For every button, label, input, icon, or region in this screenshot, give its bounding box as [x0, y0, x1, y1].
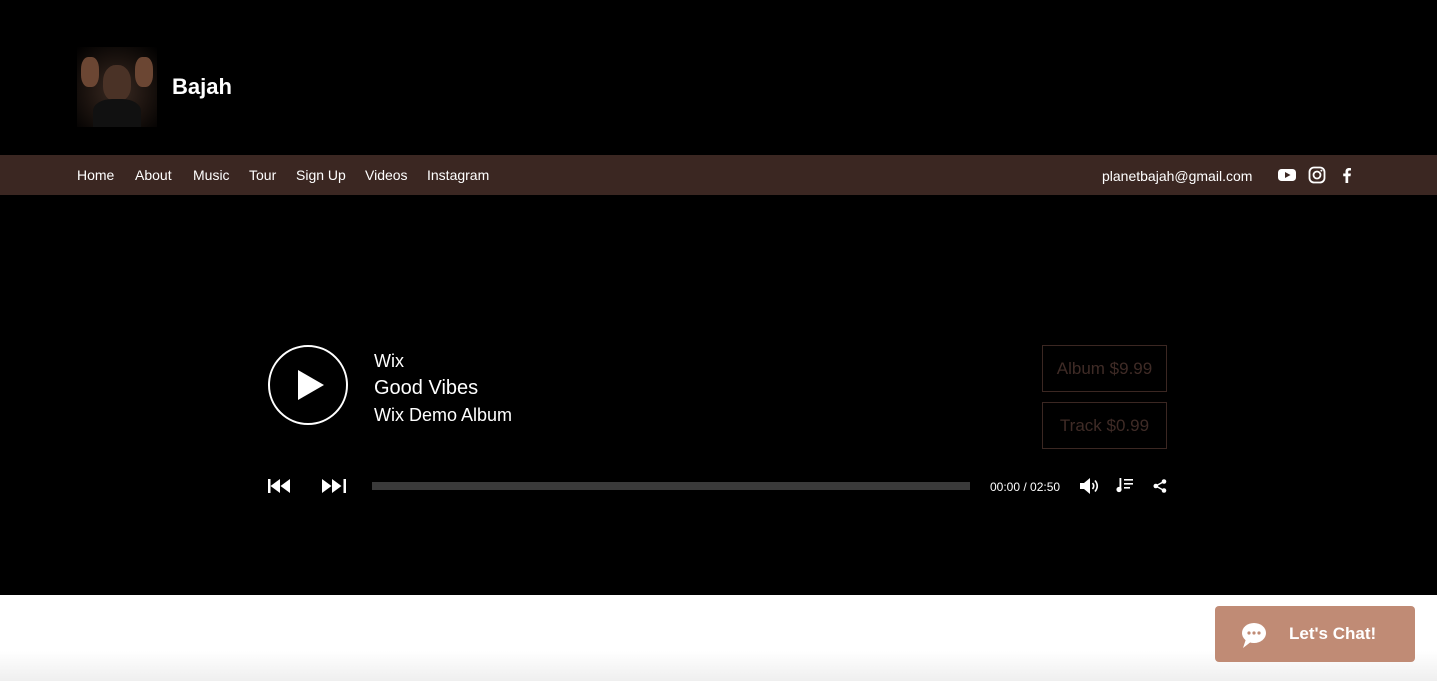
buy-track-button[interactable]: Track $0.99: [1042, 402, 1167, 449]
avatar-left-hand: [81, 57, 99, 87]
playlist-icon[interactable]: [1116, 477, 1134, 498]
buy-album-button[interactable]: Album $9.99: [1042, 345, 1167, 392]
music-player-section: Wix Good Vibes Wix Demo Album Album $9.9…: [0, 195, 1437, 595]
chat-label: Let's Chat!: [1289, 624, 1377, 643]
site-title[interactable]: Bajah: [172, 73, 232, 101]
nav-item-videos[interactable]: Videos: [365, 166, 408, 184]
share-icon[interactable]: [1153, 479, 1167, 498]
avatar-face: [103, 65, 131, 101]
youtube-icon[interactable]: [1278, 166, 1296, 184]
volume-icon[interactable]: [1080, 478, 1100, 499]
contact-email[interactable]: planetbajah@gmail.com: [1102, 167, 1252, 185]
nav-bar: Home About Music Tour Sign Up Videos Ins…: [0, 155, 1437, 195]
nav-item-music[interactable]: Music: [193, 166, 230, 184]
chat-button[interactable]: Let's Chat!: [1215, 606, 1415, 662]
album-title: Wix Demo Album: [374, 405, 513, 425]
play-icon: [298, 370, 324, 400]
avatar-body: [93, 99, 141, 127]
nav-item-about[interactable]: About: [135, 166, 172, 184]
chat-bubble-icon: [1242, 623, 1266, 648]
nav-item-tour[interactable]: Tour: [249, 166, 276, 184]
time-display: 00:00 / 02:50: [990, 480, 1061, 494]
nav-item-sign-up[interactable]: Sign Up: [296, 166, 346, 184]
track-title: Good Vibes: [374, 377, 479, 399]
avatar-right-hand: [135, 57, 153, 87]
artist-avatar[interactable]: [77, 47, 157, 127]
progress-bar[interactable]: [372, 482, 970, 490]
nav-item-home[interactable]: Home: [77, 166, 114, 184]
previous-icon[interactable]: [268, 479, 292, 498]
track-artist: Wix: [374, 351, 404, 371]
nav-item-instagram[interactable]: Instagram: [427, 166, 489, 184]
facebook-icon[interactable]: [1338, 166, 1356, 184]
instagram-icon[interactable]: [1308, 166, 1326, 184]
site-header: Bajah: [0, 0, 1437, 155]
next-icon[interactable]: [322, 479, 346, 498]
play-button[interactable]: [268, 345, 348, 425]
